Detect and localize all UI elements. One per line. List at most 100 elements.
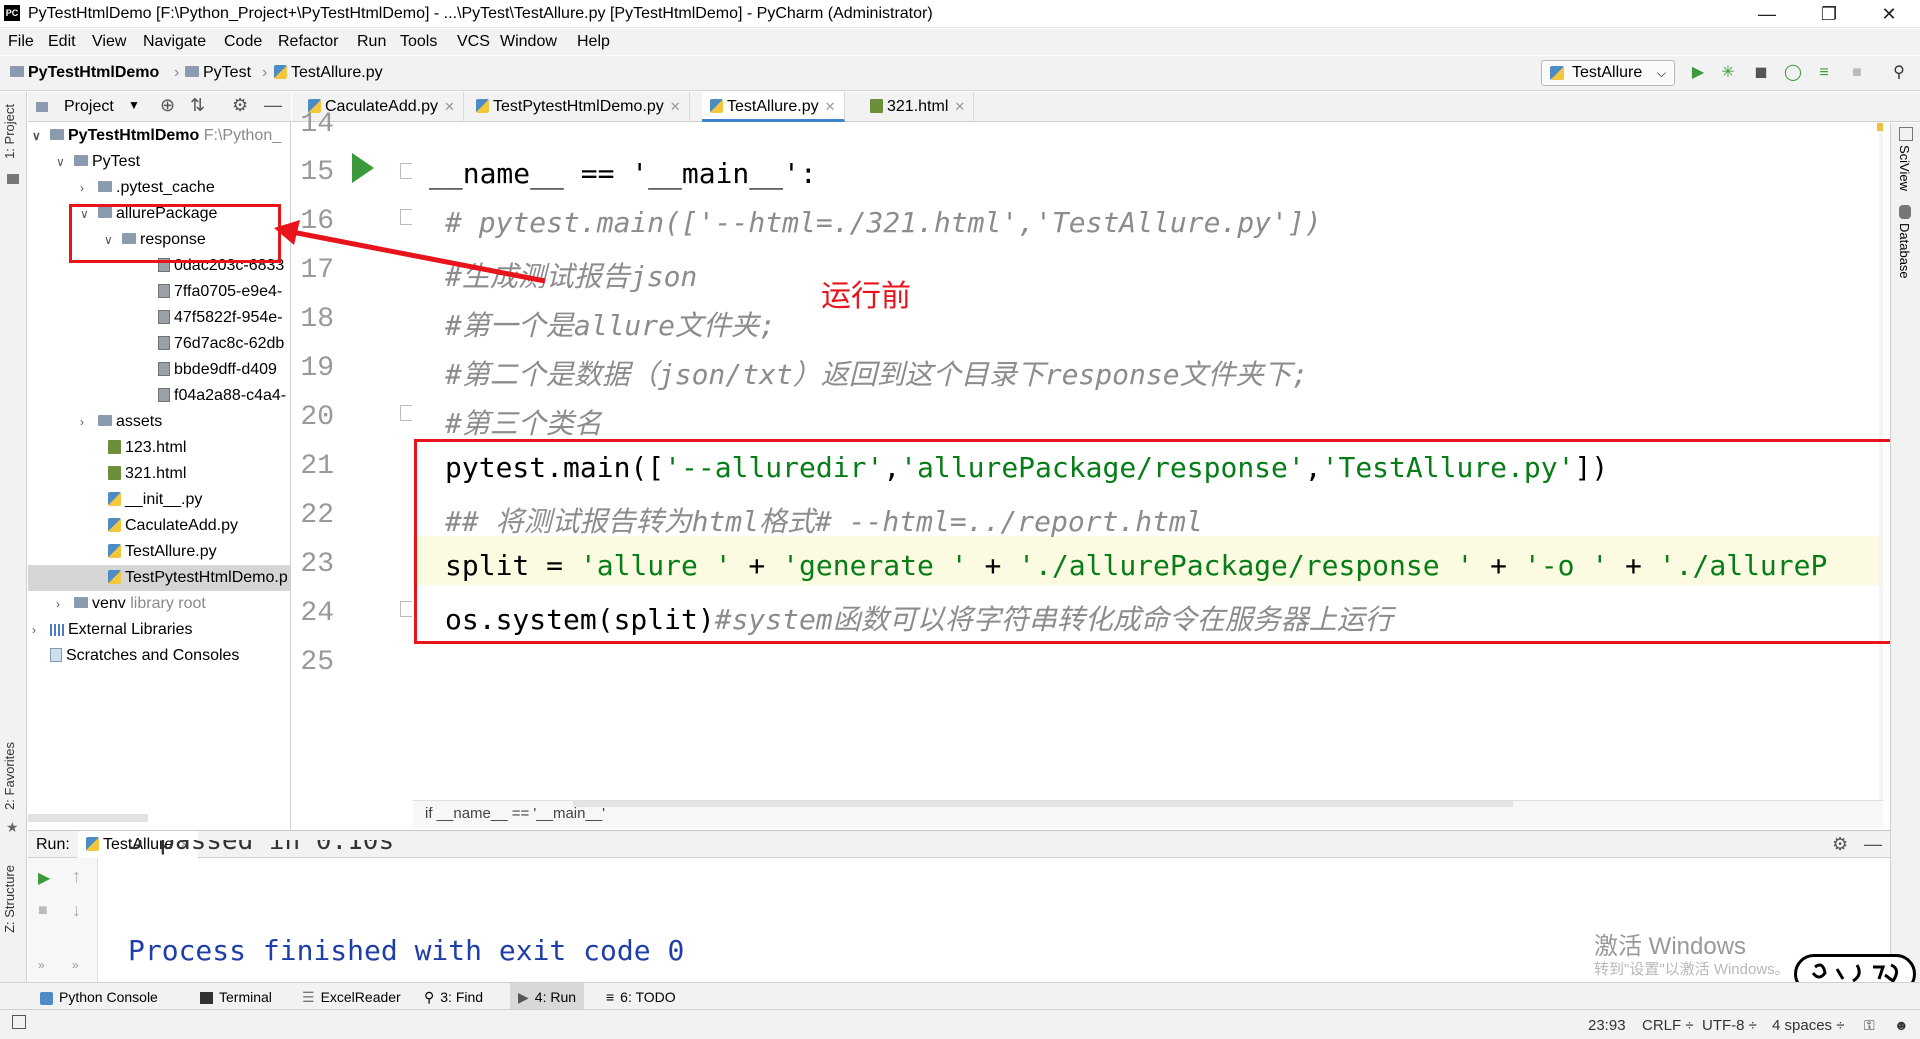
- hide-icon[interactable]: —: [1864, 834, 1882, 855]
- tree-item-py[interactable]: TestAllure.py: [108, 539, 217, 565]
- chevron-right-icon[interactable]: ›: [80, 409, 98, 435]
- tree-item-root[interactable]: ∨ PyTestHtmlDemo F:\Python_: [28, 123, 291, 149]
- tree-item-file[interactable]: f04a2a88-c4a4-: [158, 383, 286, 409]
- tool-terminal[interactable]: Terminal: [200, 989, 272, 1005]
- tab-321-html[interactable]: 321.html ✕: [862, 92, 975, 122]
- chevron-right-icon[interactable]: ›: [56, 591, 74, 617]
- lock-icon[interactable]: ⚿: [1864, 1017, 1875, 1034]
- chevron-right-icon[interactable]: ›: [32, 617, 50, 643]
- fold-icon[interactable]: [400, 163, 412, 179]
- breadcrumb-project[interactable]: PyTestHtmlDemo: [10, 64, 159, 82]
- tool-python-console[interactable]: Python Console: [40, 989, 158, 1005]
- chevron-down-icon[interactable]: ∨: [56, 149, 74, 175]
- profile-icon[interactable]: ◯: [1784, 64, 1802, 82]
- line-number: 25: [300, 647, 334, 678]
- tree-item-file[interactable]: 76d7ac8c-62db: [158, 331, 284, 357]
- tree-item-py[interactable]: __init__.py: [108, 487, 202, 513]
- tree-item-external-libraries[interactable]: › External Libraries: [32, 617, 193, 643]
- more-icon[interactable]: »: [38, 958, 45, 972]
- gear-icon[interactable]: ⚙: [232, 95, 248, 116]
- gear-icon[interactable]: ⚙: [1832, 834, 1848, 855]
- menu-help[interactable]: Help: [577, 33, 610, 51]
- arrow-down-icon[interactable]: ↓: [72, 900, 81, 921]
- chevron-down-icon[interactable]: ▼: [128, 98, 140, 112]
- search-icon[interactable]: ⚲: [1890, 64, 1908, 82]
- maximize-icon[interactable]: ❐: [1806, 0, 1852, 28]
- menu-window[interactable]: Window: [500, 33, 557, 51]
- coverage-icon[interactable]: ◼: [1752, 64, 1770, 82]
- debug-icon[interactable]: ✳: [1719, 64, 1737, 82]
- file-encoding[interactable]: UTF-8 ÷: [1702, 1017, 1757, 1034]
- fold-icon[interactable]: [400, 601, 412, 617]
- run-icon[interactable]: ▶: [1689, 64, 1707, 82]
- chevron-right-icon[interactable]: ›: [80, 175, 98, 201]
- layout-icon[interactable]: [12, 1015, 26, 1029]
- horizontal-scrollbar[interactable]: [573, 801, 1513, 807]
- menu-run[interactable]: Run: [357, 33, 386, 51]
- close-icon[interactable]: ✕: [825, 99, 836, 114]
- tool-todo[interactable]: ≡ 6: TODO: [606, 989, 676, 1005]
- tool-run[interactable]: ▶ 4: Run: [510, 983, 585, 1010]
- tool-window-structure[interactable]: Z: Structure: [2, 865, 17, 933]
- locate-icon[interactable]: ⊕: [160, 95, 175, 116]
- file-icon: [158, 387, 170, 402]
- run-gutter-icon[interactable]: [352, 153, 374, 183]
- tree-item-venv[interactable]: › venv library root: [56, 591, 206, 617]
- tree-item-file[interactable]: bbde9dff-d409: [158, 357, 277, 383]
- tool-window-sciview[interactable]: SciView: [1897, 145, 1912, 191]
- concurrency-icon[interactable]: ≡: [1815, 64, 1833, 82]
- close-icon[interactable]: ✕: [1866, 0, 1912, 28]
- tool-window-favorites[interactable]: 2: Favorites: [2, 742, 17, 810]
- tab-testallure[interactable]: TestAllure.py ✕: [702, 92, 845, 122]
- minimize-icon[interactable]: —: [1744, 0, 1790, 28]
- inspector-icon[interactable]: ☻: [1894, 1017, 1909, 1033]
- rerun-icon[interactable]: ▶: [38, 868, 50, 888]
- horizontal-scrollbar[interactable]: [28, 814, 148, 822]
- menu-file[interactable]: File: [8, 33, 34, 51]
- tool-excelreader[interactable]: ☰ ExcelReader: [302, 989, 401, 1006]
- tree-item-scratches[interactable]: Scratches and Consoles: [50, 643, 239, 669]
- highlight-box-tree: [69, 204, 281, 263]
- tool-window-database[interactable]: Database: [1897, 223, 1912, 279]
- tab-testpytesthtmldemo[interactable]: TestPytestHtmlDemo.py ✕: [468, 92, 690, 122]
- folder-icon: [98, 181, 112, 193]
- menu-view[interactable]: View: [92, 33, 126, 51]
- breadcrumb-scope[interactable]: if __name__ == '__main__': [425, 805, 605, 822]
- run-config-selector[interactable]: TestAllure ⌵: [1541, 60, 1675, 86]
- menu-vcs[interactable]: VCS: [457, 33, 490, 51]
- fold-icon[interactable]: [400, 405, 412, 421]
- menu-edit[interactable]: Edit: [48, 33, 76, 51]
- collapse-all-icon[interactable]: ⇅: [190, 95, 205, 116]
- tree-item-pytest[interactable]: ∨ PyTest: [56, 149, 140, 175]
- tree-item-assets[interactable]: › assets: [80, 409, 162, 435]
- indent-setting[interactable]: 4 spaces ÷: [1772, 1017, 1844, 1034]
- tree-item-pytest-cache[interactable]: › .pytest_cache: [80, 175, 215, 201]
- tree-item-py-selected[interactable]: TestPytestHtmlDemo.p: [28, 565, 290, 591]
- hide-icon[interactable]: —: [264, 95, 282, 116]
- close-icon[interactable]: ✕: [670, 99, 681, 114]
- close-icon[interactable]: ✕: [444, 99, 455, 114]
- tree-item-file[interactable]: 47f5822f-954e-: [158, 305, 283, 331]
- tree-item-html[interactable]: 321.html: [108, 461, 186, 487]
- caret-position[interactable]: 23:93: [1588, 1017, 1626, 1034]
- tree-item-py[interactable]: CaculateAdd.py: [108, 513, 238, 539]
- tree-item-file[interactable]: 7ffa0705-e9e4-: [158, 279, 282, 305]
- stop-icon[interactable]: ■: [38, 902, 48, 920]
- breadcrumb-file[interactable]: TestAllure.py: [274, 64, 383, 82]
- tool-window-project[interactable]: 1: Project: [2, 104, 17, 159]
- menu-code[interactable]: Code: [224, 33, 262, 51]
- project-view-selector[interactable]: Project: [64, 98, 114, 116]
- menu-refactor[interactable]: Refactor: [278, 33, 338, 51]
- menu-navigate[interactable]: Navigate: [143, 33, 206, 51]
- tool-find[interactable]: ⚲ 3: Find: [424, 989, 483, 1006]
- chevron-down-icon[interactable]: ∨: [32, 123, 50, 149]
- menu-tools[interactable]: Tools: [400, 33, 437, 51]
- close-icon[interactable]: ✕: [954, 99, 965, 114]
- arrow-up-icon[interactable]: ↑: [72, 866, 81, 887]
- stop-icon[interactable]: ■: [1848, 64, 1866, 82]
- tree-item-html[interactable]: 123.html: [108, 435, 186, 461]
- breadcrumb-pytest[interactable]: PyTest: [185, 64, 251, 82]
- line-separator[interactable]: CRLF ÷: [1642, 1017, 1694, 1034]
- more-icon[interactable]: »: [72, 958, 79, 972]
- database-icon: [1899, 205, 1911, 219]
